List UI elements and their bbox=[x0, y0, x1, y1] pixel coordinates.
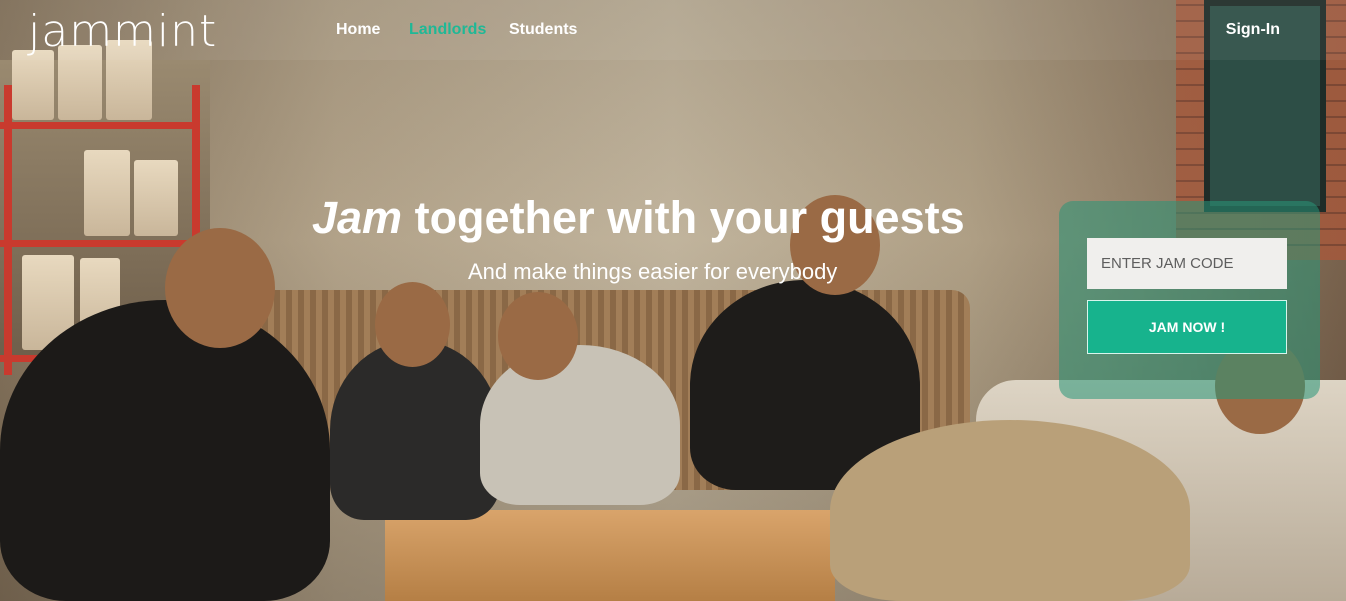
brand-logo[interactable]: jammint bbox=[28, 6, 217, 57]
jam-now-button[interactable]: JAM NOW ! bbox=[1087, 300, 1287, 354]
person bbox=[0, 300, 330, 601]
shelf-board bbox=[0, 122, 200, 129]
shelf-board bbox=[0, 240, 200, 247]
person-head bbox=[375, 282, 450, 367]
coffee-bag bbox=[84, 150, 130, 236]
hero-background: jammint Home Landlords Students Sign-In … bbox=[0, 0, 1346, 601]
jam-code-panel: JAM NOW ! bbox=[1059, 201, 1320, 399]
headline-rest: together with your guests bbox=[402, 192, 965, 243]
jam-code-input[interactable] bbox=[1087, 238, 1287, 289]
person bbox=[830, 420, 1190, 601]
person-head bbox=[165, 228, 275, 348]
hero-subheadline: And make things easier for everybody bbox=[468, 259, 838, 284]
headline-emphasis: Jam bbox=[312, 192, 403, 243]
nav-home[interactable]: Home bbox=[336, 21, 380, 39]
coffee-table bbox=[385, 510, 835, 601]
hero-headline: Jam together with your guests bbox=[312, 192, 1072, 244]
person bbox=[330, 340, 500, 520]
nav-landlords[interactable]: Landlords bbox=[409, 21, 486, 39]
nav-students[interactable]: Students bbox=[509, 21, 577, 39]
coffee-bag bbox=[12, 50, 54, 120]
person-head bbox=[498, 292, 578, 380]
sign-in-link[interactable]: Sign-In bbox=[1226, 21, 1280, 39]
coffee-bag bbox=[134, 160, 178, 236]
person bbox=[480, 345, 680, 505]
